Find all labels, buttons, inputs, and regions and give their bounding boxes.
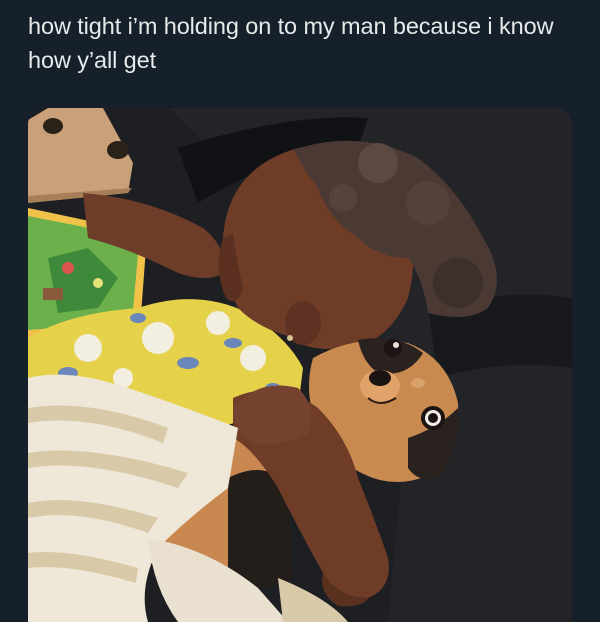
post-image[interactable] [28, 108, 572, 622]
photo-baby-hugging-dog [28, 108, 572, 622]
post-text: how tight i’m holding on to my man becau… [28, 13, 554, 73]
post-card: how tight i’m holding on to my man becau… [0, 0, 600, 622]
